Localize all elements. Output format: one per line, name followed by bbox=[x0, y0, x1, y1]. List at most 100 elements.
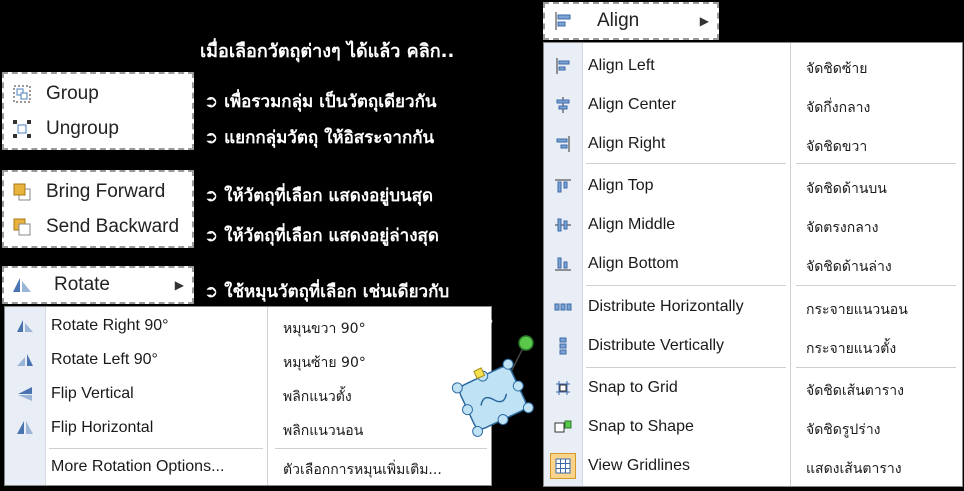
handle-note-line1: จุดแกนหมุน bbox=[410, 308, 493, 327]
view-gridlines-item[interactable]: View Gridlines bbox=[544, 449, 790, 483]
align-menu-divider bbox=[790, 43, 791, 486]
rotate-thai-flip-horizontal: พลิกแนวนอน bbox=[283, 423, 364, 439]
rotate-right-icon bbox=[5, 318, 45, 334]
send-backward-note: ➲ ให้วัตถุที่เลือก แสดงอยู่ล่างสุด bbox=[204, 226, 439, 246]
align-menu-separator-3 bbox=[586, 367, 786, 368]
group-label: Group bbox=[46, 83, 99, 104]
align-bottom-item[interactable]: Align Bottom bbox=[544, 247, 790, 281]
align-button[interactable]: Align ▶ bbox=[543, 2, 719, 40]
rotate-thai-flip-vertical: พลิกแนวตั้ง bbox=[283, 389, 352, 405]
rotate-submenu-arrow-icon: ▶ bbox=[174, 278, 184, 292]
align-bottom-label: Align Bottom bbox=[588, 255, 679, 272]
rotate-left-icon bbox=[5, 352, 45, 368]
header-note: เมื่อเลือกวัตถุต่างๆ ได้แล้ว คลิก.. bbox=[200, 41, 455, 62]
align-menu-separator-1 bbox=[586, 163, 786, 164]
align-middle-item[interactable]: Align Middle bbox=[544, 208, 790, 242]
align-thai-separator-3 bbox=[796, 367, 956, 368]
distribute-horizontally-icon bbox=[544, 299, 582, 315]
align-icon bbox=[551, 10, 575, 32]
align-left-item[interactable]: Align Left bbox=[544, 49, 790, 83]
align-thai-middle: จัดตรงกลาง bbox=[806, 220, 879, 236]
bring-forward-label: Bring Forward bbox=[46, 181, 166, 202]
distribute-vertically-label: Distribute Vertically bbox=[588, 337, 725, 354]
align-thai-distribute-vertically: กระจายแนวตั้ง bbox=[806, 341, 897, 357]
rotate-right-label: Rotate Right 90° bbox=[51, 317, 169, 334]
align-thai-snap-grid: จัดชิดเส้นตาราง bbox=[806, 383, 904, 399]
distribute-horizontally-item[interactable]: Distribute Horizontally bbox=[544, 290, 790, 324]
rotate-thai-left: หมุนซ้าย 90° bbox=[283, 355, 366, 371]
snap-to-shape-icon bbox=[544, 419, 582, 435]
distribute-horizontally-label: Distribute Horizontally bbox=[588, 298, 744, 315]
rotate-right-item[interactable]: Rotate Right 90° bbox=[5, 309, 267, 343]
group-note: ➲ เพื่อรวมกลุ่ม เป็นวัตถุเดียวกัน bbox=[204, 92, 437, 112]
align-top-item[interactable]: Align Top bbox=[544, 169, 790, 203]
rotate-note: ➲ ใช้หมุนวัตถุที่เลือก เช่นเดียวกับ bbox=[204, 282, 450, 302]
group-icon bbox=[10, 83, 34, 105]
rotated-shape-illustration bbox=[451, 335, 534, 437]
flip-vertical-icon bbox=[5, 386, 45, 402]
group-box: Group Ungroup bbox=[2, 72, 194, 150]
align-left-icon bbox=[544, 58, 582, 74]
rotate-thai-right: หมุนขวา 90° bbox=[283, 321, 366, 337]
align-submenu-arrow-icon: ▶ bbox=[699, 14, 709, 28]
rotate-label: Rotate bbox=[54, 274, 110, 295]
align-thai-distribute-horizontally: กระจายแนวนอน bbox=[806, 302, 908, 318]
align-thai-gridlines: แสดงเส้นตาราง bbox=[806, 461, 902, 477]
more-rotation-options-item[interactable]: More Rotation Options... bbox=[5, 450, 267, 484]
ungroup-icon bbox=[10, 118, 34, 140]
bring-forward-button[interactable]: Bring Forward bbox=[4, 175, 192, 209]
snap-to-shape-item[interactable]: Snap to Shape bbox=[544, 410, 790, 444]
send-backward-label: Send Backward bbox=[46, 216, 180, 237]
snap-to-grid-icon bbox=[544, 380, 582, 396]
align-menu-separator-2 bbox=[586, 285, 786, 286]
snap-to-shape-label: Snap to Shape bbox=[588, 418, 694, 435]
group-button[interactable]: Group bbox=[4, 77, 192, 111]
send-backward-button[interactable]: Send Backward bbox=[4, 210, 192, 244]
flip-vertical-label: Flip Vertical bbox=[51, 385, 134, 402]
rotate-button[interactable]: Rotate ▶ bbox=[2, 266, 194, 304]
align-thai-separator-1 bbox=[796, 163, 956, 164]
rotate-thai-more: ตัวเลือกการหมุนเพิ่มเติม... bbox=[283, 462, 442, 478]
align-middle-label: Align Middle bbox=[588, 216, 676, 233]
align-right-icon bbox=[544, 136, 582, 152]
align-left-label: Align Left bbox=[588, 57, 655, 74]
align-right-item[interactable]: Align Right bbox=[544, 127, 790, 161]
rotate-left-label: Rotate Left 90° bbox=[51, 351, 158, 368]
flip-horizontal-label: Flip Horizontal bbox=[51, 419, 154, 436]
flip-horizontal-icon bbox=[5, 420, 45, 436]
align-thai-bottom: จัดชิดด้านล่าง bbox=[806, 259, 892, 275]
send-backward-icon bbox=[10, 216, 34, 238]
rotate-menu-divider bbox=[267, 307, 268, 485]
align-bottom-icon bbox=[544, 256, 582, 272]
more-rotation-options-label: More Rotation Options... bbox=[51, 458, 225, 475]
snap-to-grid-item[interactable]: Snap to Grid bbox=[544, 371, 790, 405]
align-thai-snap-shape: จัดชิดรูปร่าง bbox=[806, 422, 881, 438]
align-top-icon bbox=[544, 178, 582, 194]
distribute-vertically-item[interactable]: Distribute Vertically bbox=[544, 329, 790, 363]
align-center-label: Align Center bbox=[588, 96, 677, 113]
align-right-label: Align Right bbox=[588, 135, 666, 152]
bring-forward-icon bbox=[10, 181, 34, 203]
distribute-vertically-icon bbox=[544, 337, 582, 355]
ungroup-button[interactable]: Ungroup bbox=[4, 112, 192, 146]
align-label: Align bbox=[597, 10, 640, 31]
rotation-handle-icon bbox=[518, 335, 534, 351]
order-box: Bring Forward Send Backward bbox=[2, 170, 194, 248]
align-thai-left: จัดชิดซ้าย bbox=[806, 61, 868, 77]
align-menu: Align Left Align Center Align Right Alig… bbox=[543, 42, 963, 487]
align-thai-right: จัดชิดขวา bbox=[806, 139, 868, 155]
snap-to-grid-label: Snap to Grid bbox=[588, 379, 678, 396]
align-center-icon bbox=[544, 97, 582, 113]
align-center-item[interactable]: Align Center bbox=[544, 88, 790, 122]
align-thai-center: จัดกึ่งกลาง bbox=[806, 100, 871, 116]
rotate-menu-separator bbox=[49, 448, 263, 449]
flip-vertical-item[interactable]: Flip Vertical bbox=[5, 377, 267, 411]
align-top-label: Align Top bbox=[588, 177, 654, 194]
align-middle-icon bbox=[544, 217, 582, 233]
align-thai-separator-2 bbox=[796, 285, 956, 286]
rotate-icon bbox=[10, 274, 34, 296]
rotate-left-item[interactable]: Rotate Left 90° bbox=[5, 343, 267, 377]
flip-horizontal-item[interactable]: Flip Horizontal bbox=[5, 411, 267, 445]
bring-forward-note: ➲ ให้วัตถุที่เลือก แสดงอยู่บนสุด bbox=[204, 186, 434, 206]
rotate-thai-separator bbox=[275, 448, 487, 449]
